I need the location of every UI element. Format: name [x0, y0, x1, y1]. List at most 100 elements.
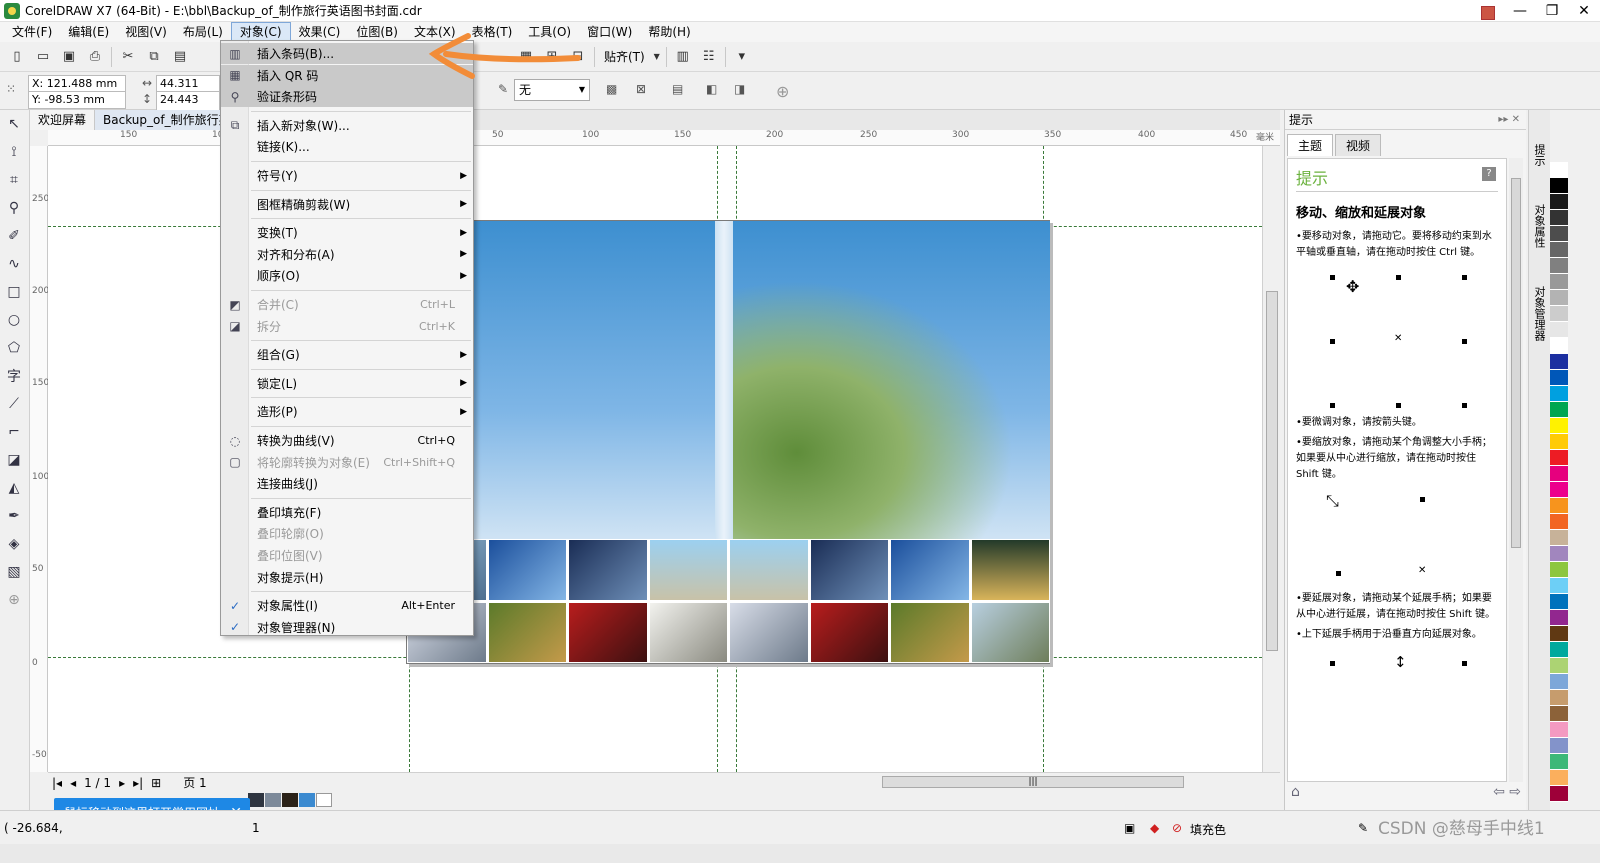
add-icon[interactable]: ⊕ — [776, 82, 789, 101]
color-swatch[interactable] — [1550, 642, 1568, 658]
menu-item[interactable]: 链接(K)... — [221, 136, 473, 157]
add-tool-icon[interactable]: ⊕ — [0, 586, 28, 614]
scroll-thumb[interactable] — [1266, 291, 1278, 651]
color-swatch[interactable] — [1550, 514, 1568, 530]
photo-thumbnail[interactable] — [649, 540, 727, 600]
photo-thumbnail[interactable] — [730, 602, 808, 662]
close-icon[interactable]: ✕ — [1512, 114, 1520, 125]
last-page-icon[interactable]: ▸| — [133, 776, 143, 790]
color-swatch[interactable] — [1550, 402, 1568, 418]
color-swatch[interactable] — [265, 793, 281, 807]
menu-object[interactable]: 对象(C) — [230, 22, 291, 42]
interactive-fill-icon[interactable]: ◈ — [0, 530, 28, 558]
photo-thumbnail[interactable] — [730, 540, 808, 600]
drop-shadow-icon[interactable]: ◪ — [0, 446, 28, 474]
forward-icon[interactable]: ⇨ — [1509, 784, 1521, 800]
next-page-icon[interactable]: ▸ — [119, 776, 125, 790]
color-swatch[interactable] — [1550, 210, 1568, 226]
color-swatch[interactable] — [1550, 610, 1568, 626]
snap-to-dropdown[interactable]: 贴齐(T) — [598, 48, 651, 65]
color-swatch[interactable] — [1550, 306, 1568, 322]
photo-thumbnail[interactable] — [569, 602, 647, 662]
menu-item[interactable]: 对象提示(H) — [221, 567, 473, 588]
launch-app-icon[interactable]: ▾ — [729, 45, 755, 69]
color-swatch[interactable] — [316, 793, 332, 807]
menu-view[interactable]: 视图(V) — [117, 22, 175, 42]
color-swatch[interactable] — [1550, 290, 1568, 306]
book-cover-page[interactable] — [406, 220, 1050, 664]
chevron-down-icon[interactable]: ▼ — [651, 45, 663, 69]
align-icon[interactable]: ▤ — [672, 82, 683, 96]
docker-scrollbar[interactable] — [1509, 158, 1523, 782]
scroll-thumb[interactable]: ||| — [882, 776, 1184, 788]
color-swatch[interactable] — [1550, 466, 1568, 482]
color-swatch[interactable] — [1550, 594, 1568, 610]
print-icon[interactable]: ⎙ — [82, 45, 108, 69]
cut-icon[interactable]: ✂ — [115, 45, 141, 69]
menu-item[interactable]: 变换(T) ▶ — [221, 222, 473, 243]
restore-icon[interactable]: ❐ — [1536, 0, 1568, 22]
page-tab[interactable]: 页 1 — [183, 774, 206, 791]
color-swatch[interactable] — [1550, 738, 1568, 754]
color-swatch[interactable] — [1550, 226, 1568, 242]
ellipse-tool-icon[interactable]: ○ — [0, 306, 28, 334]
color-swatch[interactable] — [1550, 162, 1568, 178]
color-swatch[interactable] — [1550, 450, 1568, 466]
reference-point-icon[interactable]: ⁙ — [6, 82, 16, 96]
menu-item[interactable]: ✓ 对象管理器(N) — [221, 617, 473, 638]
to-front-icon[interactable]: ◧ — [706, 82, 717, 96]
color-swatch[interactable] — [1550, 258, 1568, 274]
parallel-dimension-icon[interactable]: ⟋ — [0, 390, 28, 418]
tree-hill-image[interactable] — [733, 251, 1050, 539]
menu-file[interactable]: 文件(F) — [4, 22, 60, 42]
color-swatch[interactable] — [1550, 242, 1568, 258]
menu-item[interactable]: 图框精确剪裁(W) ▶ — [221, 194, 473, 215]
color-swatch[interactable] — [1550, 178, 1568, 194]
text-tool-icon[interactable]: 字 — [0, 362, 28, 390]
menu-item[interactable]: ⧉ 插入新对象(W)... — [221, 115, 473, 136]
y-position-field[interactable]: Y: -98.53 mm — [28, 91, 126, 109]
photo-thumbnail[interactable] — [810, 540, 888, 600]
color-eyedropper-icon[interactable]: ✒ — [0, 502, 28, 530]
menu-item[interactable]: ◌ 转换为曲线(V) Ctrl+Q — [221, 430, 473, 451]
menu-edit[interactable]: 编辑(E) — [60, 22, 117, 42]
color-swatch[interactable] — [1550, 482, 1568, 498]
to-back-icon[interactable]: ◨ — [734, 82, 745, 96]
menu-item[interactable]: 叠印填充(F) — [221, 502, 473, 523]
help-icon[interactable]: ? — [1482, 167, 1496, 181]
photo-thumbnail[interactable] — [891, 540, 969, 600]
vertical-scrollbar[interactable] — [1262, 146, 1280, 772]
menu-item[interactable]: 造形(P) ▶ — [221, 401, 473, 422]
minimize-icon[interactable]: — — [1504, 0, 1536, 22]
prev-page-icon[interactable]: ◂ — [70, 776, 76, 790]
break-apart-icon[interactable]: ⊠ — [636, 82, 646, 96]
close-icon[interactable]: ✕ — [1568, 0, 1600, 22]
zoom-tool-icon[interactable]: ⚲ — [0, 194, 28, 222]
open-folder-icon[interactable]: ▭ — [30, 45, 56, 69]
first-page-icon[interactable]: |◂ — [52, 776, 62, 790]
color-swatch[interactable] — [1550, 546, 1568, 562]
color-swatch[interactable] — [1550, 770, 1568, 786]
color-swatch[interactable] — [282, 793, 298, 807]
tab-welcome-screen[interactable]: 欢迎屏幕 — [30, 110, 96, 130]
side-tab-hints[interactable]: 提示 — [1529, 140, 1549, 170]
menu-item[interactable]: 连接曲线(J) — [221, 473, 473, 494]
side-tab-object-manager[interactable]: 对象管理器 — [1529, 282, 1549, 345]
color-swatch[interactable] — [248, 793, 264, 807]
menu-item[interactable]: ✓ 对象属性(I) Alt+Enter — [221, 595, 473, 616]
transparency-tool-icon[interactable]: ◭ — [0, 474, 28, 502]
color-swatch[interactable] — [1550, 626, 1568, 642]
photo-thumbnail[interactable] — [971, 602, 1049, 662]
paste-icon[interactable]: ▤ — [167, 45, 193, 69]
color-swatch[interactable] — [1550, 530, 1568, 546]
menu-item[interactable]: 对齐和分布(A) ▶ — [221, 244, 473, 265]
color-swatch[interactable] — [1550, 706, 1568, 722]
new-document-icon[interactable]: ▯ — [4, 45, 30, 69]
save-icon[interactable]: ▣ — [56, 45, 82, 69]
color-swatch[interactable] — [1550, 786, 1568, 802]
scroll-thumb[interactable] — [1511, 178, 1521, 548]
photo-thumbnail[interactable] — [971, 540, 1049, 600]
menu-item[interactable]: 锁定(L) ▶ — [221, 373, 473, 394]
photo-thumbnail[interactable] — [649, 602, 727, 662]
color-swatch[interactable] — [1550, 274, 1568, 290]
